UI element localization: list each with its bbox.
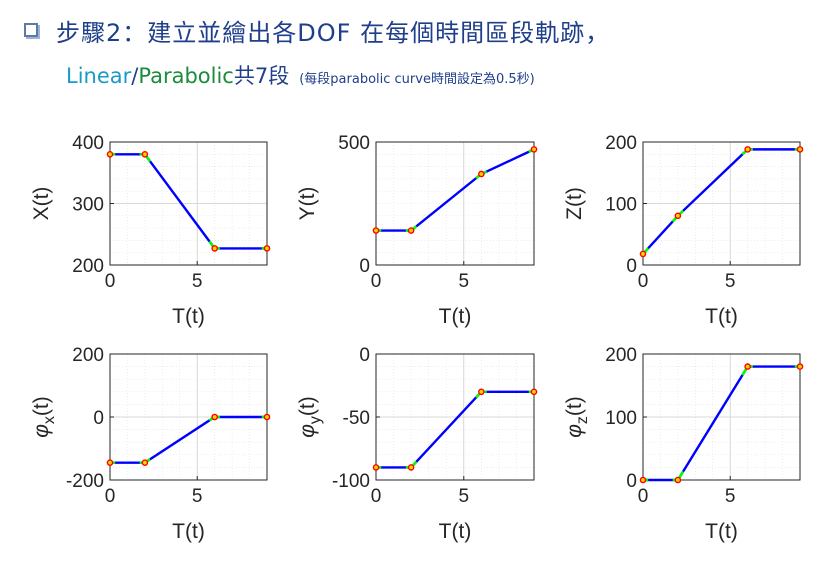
y-tick-label: 200 xyxy=(72,345,104,366)
x-axis-label: T(t) xyxy=(705,520,738,543)
y-tick-label: 200 xyxy=(605,345,637,366)
via-point-marker xyxy=(106,150,114,158)
via-point-marker xyxy=(478,170,485,178)
y-tick-label: 0 xyxy=(359,256,370,277)
via-point-marker xyxy=(263,413,271,421)
via-point-marker xyxy=(674,476,682,484)
y-tick-label: 200 xyxy=(605,133,637,154)
x-tick-label: 0 xyxy=(371,271,382,292)
x-tick-label: 0 xyxy=(371,486,382,507)
y-tick-label: 0 xyxy=(626,471,637,492)
chart-panel-4: 0 5-2000200T(t)φx(t) xyxy=(30,345,271,543)
x-tick-label: 0 xyxy=(638,271,649,292)
via-point-marker xyxy=(674,212,682,220)
y-tick-label: -50 xyxy=(343,408,370,429)
x-tick-label: 5 xyxy=(725,486,736,507)
via-point-marker xyxy=(263,245,271,252)
y-tick-label: 0 xyxy=(626,256,637,277)
x-axis-label: T(t) xyxy=(172,305,205,328)
via-point-marker xyxy=(407,227,415,234)
x-tick-label: 5 xyxy=(725,271,736,292)
via-point-marker xyxy=(478,388,485,396)
chart-panel-1: 0 5 200 300 400 T(t) X(t) xyxy=(30,133,271,328)
via-point-marker xyxy=(211,413,218,421)
trajectory-charts: 0 5200300400T(t)X(t)0 50500T(t)Y(t)0 501002… xyxy=(30,133,804,543)
via-point-marker xyxy=(744,146,751,153)
x-tick-label: 5 xyxy=(458,271,469,292)
via-point-marker xyxy=(141,459,149,466)
y-tick-label: 100 xyxy=(605,195,637,216)
y-tick-label: 300 xyxy=(72,195,104,216)
via-point-marker xyxy=(141,150,149,158)
x-tick-label: 5 xyxy=(458,486,469,507)
x-tick-label: 5 xyxy=(192,486,203,507)
y-tick-label: 100 xyxy=(605,408,637,429)
via-point-marker xyxy=(407,464,415,471)
via-point-marker xyxy=(639,476,647,484)
y-tick-label: 0 xyxy=(359,345,370,366)
x-axis-label: T(t) xyxy=(439,520,472,543)
y-axis-label: Y(t) xyxy=(296,187,319,221)
y-tick-label: 0 xyxy=(93,408,104,429)
chart-panel-2: 0 5 0 500 T(t) Y(t) xyxy=(296,133,538,328)
y-axis-label: φx(t) xyxy=(30,396,58,438)
x-axis-label: T(t) xyxy=(439,305,472,328)
x-axis-label: T(t) xyxy=(705,305,738,328)
via-point-marker xyxy=(796,146,804,153)
via-point-marker xyxy=(530,388,538,396)
chart-panel-3: 0 50100200T(t)Z(t) xyxy=(563,133,804,328)
via-point-marker xyxy=(106,459,114,466)
y-axis-label: φz(t) xyxy=(563,396,591,438)
y-tick-label: 500 xyxy=(338,133,370,154)
x-tick-label: 0 xyxy=(638,486,649,507)
via-point-marker xyxy=(530,146,538,153)
y-tick-label: 200 xyxy=(72,256,104,277)
via-point-marker xyxy=(372,227,380,234)
y-axis-label: Z(t) xyxy=(563,187,586,220)
via-point-marker xyxy=(211,245,218,252)
x-axis-label: T(t) xyxy=(172,520,205,543)
y-tick-label: -200 xyxy=(66,471,104,492)
x-tick-label: 5 xyxy=(192,271,203,292)
via-point-marker xyxy=(744,363,751,370)
x-tick-label: 0 xyxy=(105,486,116,507)
y-tick-label: -100 xyxy=(332,471,370,492)
y-axis-label: X(t) xyxy=(30,187,53,221)
chart-panel-6: 0 50100200T(t)φz(t) xyxy=(563,345,804,543)
chart-panel-5: 0 5 -100 -50 0 T(t) φy(t) xyxy=(296,345,538,543)
x-tick-label: 0 xyxy=(105,271,116,292)
y-tick-label: 400 xyxy=(72,133,104,154)
y-axis-label: φy(t) xyxy=(296,396,324,438)
via-point-marker xyxy=(796,363,804,370)
via-point-marker xyxy=(639,250,647,258)
via-point-marker xyxy=(372,464,380,471)
